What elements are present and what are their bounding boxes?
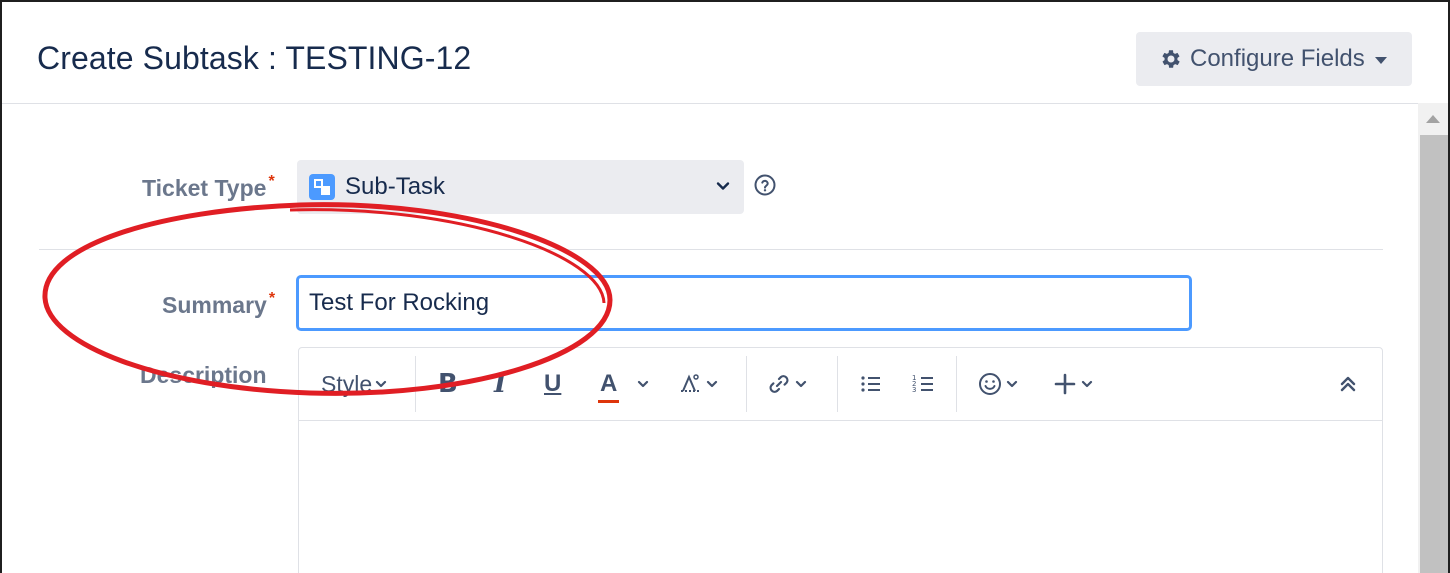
configure-fields-button[interactable]: Configure Fields: [1136, 32, 1412, 86]
section-divider: [39, 249, 1383, 250]
link-icon: [769, 375, 789, 393]
style-label: Style: [321, 370, 373, 397]
dialog-header: Create Subtask : TESTING-12 Configure Fi…: [2, 2, 1448, 104]
required-marker: *: [268, 173, 275, 190]
bullet-list-icon: [861, 376, 880, 392]
description-text-area[interactable]: [299, 421, 1382, 573]
link-button[interactable]: [766, 348, 807, 420]
toolbar-separator: [746, 356, 747, 412]
emoji-button[interactable]: [977, 348, 1018, 420]
required-marker: *: [268, 290, 276, 307]
subtask-icon: [309, 174, 335, 200]
text-color-icon: A: [597, 370, 620, 403]
emoji-icon: [979, 373, 1001, 395]
bold-button[interactable]: B: [438, 348, 458, 420]
gear-icon: [1162, 50, 1180, 68]
more-formatting-button[interactable]: [677, 348, 718, 420]
dialog-title: Create Subtask : TESTING-12: [37, 40, 472, 76]
scroll-up-arrow-icon[interactable]: [1426, 115, 1440, 123]
numbered-list-button[interactable]: 1 2 3: [911, 348, 937, 420]
summary-input[interactable]: [296, 275, 1192, 331]
text-color-button[interactable]: A: [597, 348, 649, 420]
italic-button[interactable]: I: [494, 348, 506, 420]
help-icon[interactable]: [754, 174, 776, 196]
style-dropdown[interactable]: Style: [321, 348, 387, 420]
chevron-down-icon: [795, 380, 807, 388]
underline-button[interactable]: U: [544, 348, 561, 420]
bullet-list-button[interactable]: [858, 348, 884, 420]
svg-text:3: 3: [912, 386, 916, 394]
chevron-down-icon: [1006, 380, 1018, 388]
summary-label-text: Summary: [162, 292, 267, 318]
ticket-type-label: Ticket Type *: [142, 173, 275, 202]
description-label: Description: [140, 362, 267, 388]
create-subtask-dialog: Create Subtask : TESTING-12 Configure Fi…: [0, 0, 1450, 573]
toolbar-separator: [415, 356, 416, 412]
toolbar-separator: [837, 356, 838, 412]
chevron-down-icon: [376, 380, 387, 388]
chevron-down-icon: [716, 182, 730, 190]
scrollbar-thumb[interactable]: [1420, 135, 1448, 573]
numbered-list-icon: 1 2 3: [912, 374, 933, 394]
chevron-down-icon: [638, 380, 649, 388]
caret-down-icon: [1374, 56, 1387, 64]
plus-icon: [1054, 373, 1076, 395]
toolbar-separator: [956, 356, 957, 412]
configure-fields-label: Configure Fields: [1190, 45, 1365, 72]
underline-icon: U: [544, 370, 562, 397]
summary-label: Summary *: [162, 290, 276, 319]
description-editor: Style B I U A 1 2 3: [298, 347, 1383, 573]
italic-icon: I: [494, 369, 507, 399]
vertical-scrollbar[interactable]: [1418, 103, 1448, 573]
ticket-type-label-text: Ticket Type: [142, 175, 267, 201]
bold-icon: B: [438, 369, 458, 399]
ticket-type-value: Sub-Task: [345, 173, 446, 200]
insert-more-button[interactable]: [1052, 348, 1093, 420]
double-chevron-up-icon: [1340, 376, 1356, 392]
chevron-down-icon: [706, 380, 718, 388]
collapse-toolbar-button[interactable]: [1339, 348, 1357, 420]
ticket-type-select[interactable]: Sub-Task: [297, 160, 744, 214]
editor-toolbar: Style B I U A 1 2 3: [299, 348, 1382, 421]
chevron-down-icon: [1081, 380, 1093, 388]
clear-formatting-icon: [681, 374, 699, 392]
